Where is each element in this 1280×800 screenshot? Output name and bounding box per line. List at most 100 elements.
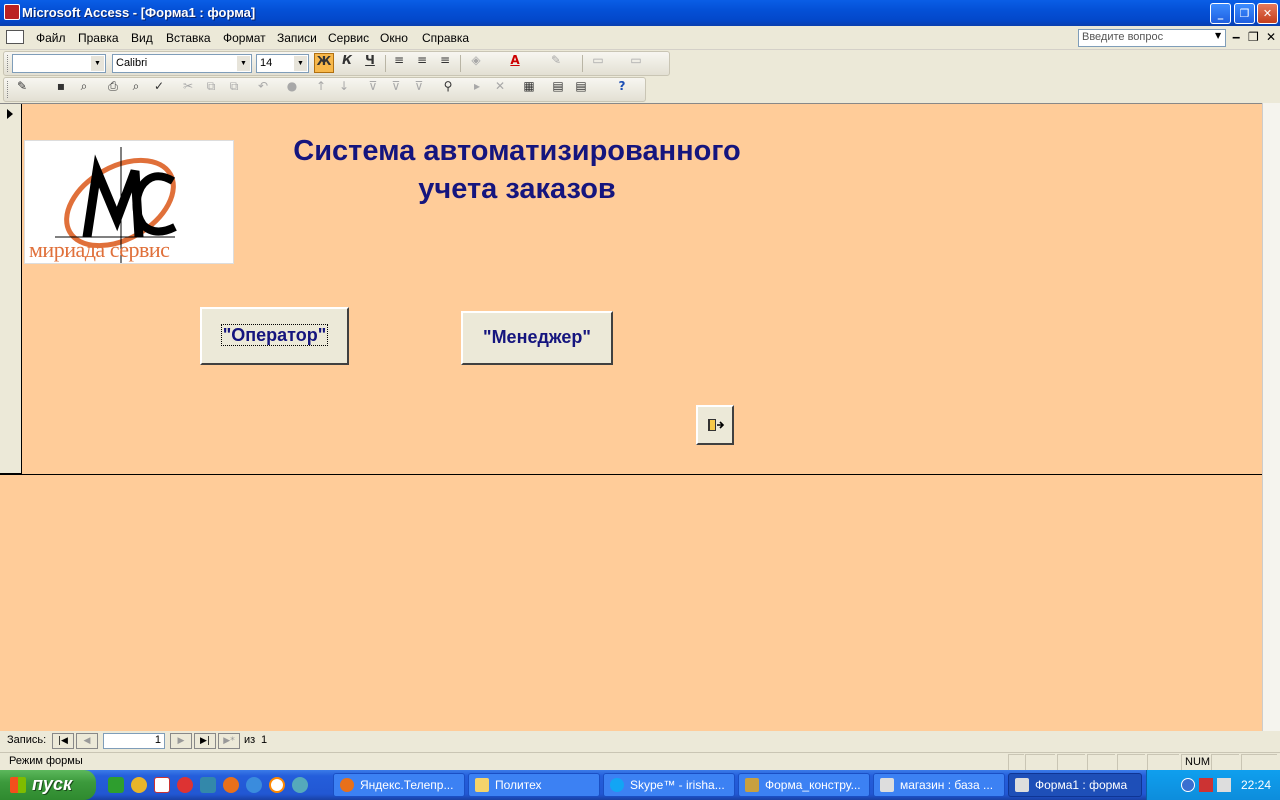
toolbar-grip[interactable] bbox=[7, 81, 10, 98]
line-color-icon[interactable]: ✎ bbox=[546, 53, 566, 73]
quicklaunch-icon[interactable] bbox=[154, 777, 170, 793]
operator-button[interactable]: "Оператор" bbox=[200, 307, 349, 365]
chevron-down-icon[interactable]: ▼ bbox=[91, 56, 104, 71]
quicklaunch-icon[interactable] bbox=[292, 777, 308, 793]
next-record-icon[interactable]: ▶ bbox=[170, 733, 192, 749]
view-icon[interactable]: ✎ bbox=[12, 79, 32, 99]
toolbar-grip[interactable] bbox=[7, 55, 10, 72]
record-total: 1 bbox=[261, 734, 268, 746]
undo-icon[interactable]: ↶ bbox=[253, 79, 273, 99]
form-window-icon[interactable] bbox=[6, 30, 24, 44]
tray-expand-icon[interactable] bbox=[1181, 778, 1195, 792]
italic-button[interactable]: К bbox=[337, 53, 357, 73]
quicklaunch-icon[interactable] bbox=[108, 777, 124, 793]
taskbar-item-yandex[interactable]: Яндекс.Телепр... bbox=[333, 773, 465, 797]
current-record-input[interactable]: 1 bbox=[103, 733, 165, 749]
taskbar-item-form-designer[interactable]: Форма_констру... bbox=[738, 773, 870, 797]
print-icon[interactable]: ⎙ bbox=[103, 79, 123, 99]
search-file-icon[interactable]: ⌕ bbox=[74, 79, 94, 99]
quicklaunch-icon[interactable] bbox=[200, 777, 216, 793]
start-button[interactable]: пуск bbox=[0, 770, 96, 800]
exit-button[interactable] bbox=[696, 405, 734, 445]
tray-icon[interactable] bbox=[1199, 778, 1213, 792]
hyperlink-icon[interactable]: ● bbox=[282, 79, 302, 99]
paste-icon[interactable]: ⧉ bbox=[224, 79, 244, 99]
menu-edit[interactable]: Правка bbox=[78, 31, 119, 45]
font-size-combo[interactable]: 14 ▼ bbox=[256, 54, 309, 73]
special-effect-icon[interactable]: ▭ bbox=[626, 53, 646, 73]
task-label: Skype™ - irisha... bbox=[630, 778, 725, 792]
media-player-icon[interactable] bbox=[269, 777, 285, 793]
properties-icon[interactable]: ▦ bbox=[519, 79, 539, 99]
filter-form-icon[interactable]: ⊽ bbox=[386, 79, 406, 99]
font-name-combo[interactable]: Calibri ▼ bbox=[112, 54, 252, 73]
menu-tools[interactable]: Сервис bbox=[328, 31, 369, 45]
help-icon[interactable]: ? bbox=[612, 79, 632, 99]
database-icon bbox=[880, 778, 894, 792]
mdi-restore-button[interactable]: ❐ bbox=[1248, 30, 1259, 44]
taskbar-item-skype[interactable]: Skype™ - irisha... bbox=[603, 773, 735, 797]
apply-filter-icon[interactable]: ⊽ bbox=[409, 79, 429, 99]
align-left-icon[interactable]: ≡ bbox=[389, 53, 409, 73]
taskbar-item-shop-db[interactable]: магазин : база ... bbox=[873, 773, 1005, 797]
internet-explorer-icon[interactable] bbox=[246, 777, 262, 793]
previous-record-icon[interactable]: ◀ bbox=[76, 733, 98, 749]
chevron-down-icon[interactable]: ▼ bbox=[294, 56, 307, 71]
print-preview-icon[interactable]: ⌕ bbox=[126, 79, 146, 99]
new-record-nav-icon[interactable]: ▶* bbox=[218, 733, 240, 749]
sort-ascending-icon[interactable]: ↑ bbox=[311, 79, 331, 99]
form-view-toolbar: ✎ ▪ ⌕ ⎙ ⌕ ✓ ✂ ⧉ ⧉ ↶ ● ↑ ↓ ⊽ ⊽ ⊽ ⚲ ▸ ✕ ▦ … bbox=[3, 77, 646, 102]
menu-format[interactable]: Формат bbox=[223, 31, 266, 45]
spelling-icon[interactable]: ✓ bbox=[149, 79, 169, 99]
border-width-icon[interactable]: ▭ bbox=[588, 53, 608, 73]
menu-window[interactable]: Окно bbox=[380, 31, 408, 45]
chevron-down-icon[interactable]: ▼ bbox=[237, 56, 250, 71]
taskbar-item-form1[interactable]: Форма1 : форма bbox=[1008, 773, 1142, 797]
system-tray: 22:24 bbox=[1146, 770, 1280, 800]
ask-dropdown-arrow-icon[interactable]: ▼ bbox=[1215, 31, 1221, 40]
font-color-icon[interactable]: A bbox=[505, 53, 525, 73]
filter-selection-icon[interactable]: ⊽ bbox=[363, 79, 383, 99]
mdi-minimize-button[interactable]: ‒ bbox=[1232, 30, 1240, 44]
copy-icon[interactable]: ⧉ bbox=[201, 79, 221, 99]
find-icon[interactable]: ⚲ bbox=[438, 79, 458, 99]
minimize-button[interactable]: _ bbox=[1210, 3, 1231, 24]
ask-question-input[interactable]: Введите вопрос bbox=[1078, 29, 1226, 47]
menu-insert[interactable]: Вставка bbox=[166, 31, 211, 45]
record-selector[interactable] bbox=[0, 104, 22, 474]
mdi-close-button[interactable]: ✕ bbox=[1266, 30, 1276, 44]
align-right-icon[interactable]: ≡ bbox=[435, 53, 455, 73]
access-app-icon[interactable] bbox=[4, 4, 20, 20]
menu-file[interactable]: Файл bbox=[36, 31, 66, 45]
menu-records[interactable]: Записи bbox=[277, 31, 317, 45]
chrome-icon[interactable] bbox=[177, 777, 193, 793]
first-record-icon[interactable]: |◀ bbox=[52, 733, 74, 749]
new-record-icon[interactable]: ▸ bbox=[467, 79, 487, 99]
object-combo[interactable]: ▼ bbox=[12, 54, 106, 73]
status-panel bbox=[1008, 754, 1024, 770]
underline-button[interactable]: Ч bbox=[360, 53, 380, 73]
manager-button[interactable]: "Менеджер" bbox=[461, 311, 613, 365]
align-center-icon[interactable]: ≡ bbox=[412, 53, 432, 73]
last-record-icon[interactable]: ▶| bbox=[194, 733, 216, 749]
restore-button[interactable]: ❐ bbox=[1234, 3, 1255, 24]
database-window-icon[interactable]: ▤ bbox=[548, 79, 568, 99]
menu-view[interactable]: Вид bbox=[131, 31, 153, 45]
new-object-icon[interactable]: ▤ bbox=[571, 79, 591, 99]
cut-icon[interactable]: ✂ bbox=[178, 79, 198, 99]
network-icon[interactable] bbox=[1217, 778, 1231, 792]
firefox-icon[interactable] bbox=[223, 777, 239, 793]
sort-descending-icon[interactable]: ↓ bbox=[334, 79, 354, 99]
save-icon[interactable]: ▪ bbox=[51, 79, 71, 99]
vertical-scrollbar[interactable] bbox=[1262, 103, 1280, 731]
fill-color-icon[interactable]: ◈ bbox=[466, 53, 486, 73]
title-bar[interactable]: Microsoft Access - [Форма1 : форма] _ ❐ … bbox=[0, 0, 1280, 26]
menu-help[interactable]: Справка bbox=[422, 31, 469, 45]
delete-record-icon[interactable]: ✕ bbox=[490, 79, 510, 99]
close-button[interactable]: ✕ bbox=[1257, 3, 1278, 24]
bold-button[interactable]: Ж bbox=[314, 53, 334, 73]
folder-icon bbox=[475, 778, 489, 792]
taskbar-item-politeh[interactable]: Политех bbox=[468, 773, 600, 797]
record-label: Запись: bbox=[7, 734, 47, 746]
quicklaunch-icon[interactable] bbox=[131, 777, 147, 793]
